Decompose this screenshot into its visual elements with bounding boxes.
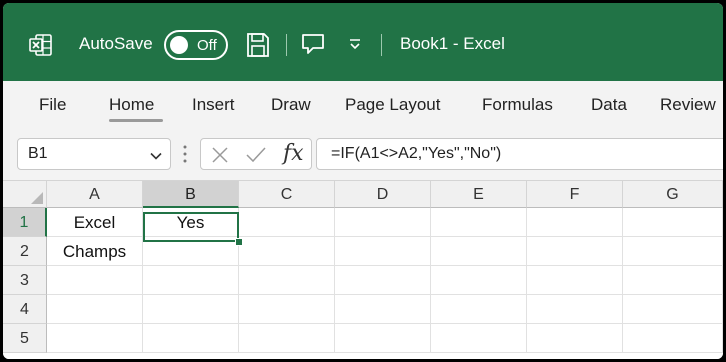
cell-g5[interactable] — [623, 324, 723, 353]
active-cell-border — [143, 212, 239, 242]
ribbon-tabs: File Home Insert Draw Page Layout Formul… — [3, 81, 723, 128]
title-separator — [381, 34, 382, 56]
confirm-entry-icon[interactable] — [245, 146, 267, 169]
column-header-e[interactable]: E — [431, 181, 527, 208]
cell-e4[interactable] — [431, 295, 527, 324]
autosave-label: AutoSave — [79, 34, 153, 53]
title-bar: AutoSave Off Book1 - Excel — [3, 3, 723, 81]
toggle-knob — [170, 36, 188, 54]
customize-qat-icon[interactable] — [348, 37, 362, 51]
cell-d5[interactable] — [335, 324, 431, 353]
cell-a2[interactable]: Champs — [47, 237, 143, 266]
touch-mode-icon[interactable] — [300, 31, 326, 57]
save-icon[interactable] — [246, 32, 270, 58]
cell-d3[interactable] — [335, 266, 431, 295]
cancel-entry-icon[interactable] — [211, 146, 229, 169]
worksheet-grid: A B C D E F G 1 2 3 4 5 Excel Yes Champs — [3, 180, 723, 359]
column-header-b[interactable]: B — [143, 181, 239, 208]
cell-c4[interactable] — [239, 295, 335, 324]
row-header-1[interactable]: 1 — [3, 208, 47, 237]
cell-e3[interactable] — [431, 266, 527, 295]
cell-e5[interactable] — [431, 324, 527, 353]
column-header-f[interactable]: F — [527, 181, 623, 208]
cell-e2[interactable] — [431, 237, 527, 266]
tab-home[interactable]: Home — [109, 95, 154, 115]
row-header-4[interactable]: 4 — [3, 295, 47, 324]
autosave-state: Off — [197, 37, 217, 54]
active-tab-indicator — [109, 119, 163, 122]
cell-d2[interactable] — [335, 237, 431, 266]
cell-a4[interactable] — [47, 295, 143, 324]
chevron-down-icon[interactable] — [150, 149, 162, 161]
column-header-a[interactable]: A — [47, 181, 143, 208]
cell-g3[interactable] — [623, 266, 723, 295]
cell-b4[interactable] — [143, 295, 239, 324]
cell-c2[interactable] — [239, 237, 335, 266]
tab-file[interactable]: File — [39, 95, 66, 115]
cell-a1[interactable]: Excel — [47, 208, 143, 237]
cell-g2[interactable] — [623, 237, 723, 266]
row-header-2[interactable]: 2 — [3, 237, 47, 266]
cell-e1[interactable] — [431, 208, 527, 237]
formula-bar-grip-icon[interactable] — [182, 144, 188, 164]
excel-window: AutoSave Off Book1 - Excel File Home Ins… — [3, 3, 723, 359]
cell-d4[interactable] — [335, 295, 431, 324]
cell-f3[interactable] — [527, 266, 623, 295]
cell-b5[interactable] — [143, 324, 239, 353]
autosave-toggle[interactable]: Off — [164, 30, 228, 60]
formula-buttons: fx — [200, 138, 312, 170]
cell-c5[interactable] — [239, 324, 335, 353]
row-header-3[interactable]: 3 — [3, 266, 47, 295]
name-box-value: B1 — [28, 145, 48, 162]
cell-g1[interactable] — [623, 208, 723, 237]
tab-draw[interactable]: Draw — [271, 95, 311, 115]
tab-page-layout[interactable]: Page Layout — [345, 95, 440, 115]
cell-a5[interactable] — [47, 324, 143, 353]
tab-insert[interactable]: Insert — [192, 95, 235, 115]
formula-input[interactable]: =IF(A1<>A2,"Yes","No") — [316, 138, 723, 170]
cell-b3[interactable] — [143, 266, 239, 295]
column-header-d[interactable]: D — [335, 181, 431, 208]
cell-a3[interactable] — [47, 266, 143, 295]
column-header-c[interactable]: C — [239, 181, 335, 208]
name-box[interactable]: B1 — [17, 138, 171, 170]
formula-bar: B1 fx =IF(A1<>A2,"Yes","No") — [3, 128, 723, 180]
cell-f4[interactable] — [527, 295, 623, 324]
cell-f2[interactable] — [527, 237, 623, 266]
cell-g4[interactable] — [623, 295, 723, 324]
document-title: Book1 - Excel — [400, 34, 505, 53]
formula-value: =IF(A1<>A2,"Yes","No") — [331, 145, 502, 162]
cell-c3[interactable] — [239, 266, 335, 295]
fill-handle[interactable] — [235, 238, 243, 246]
excel-logo-icon — [29, 33, 53, 57]
select-all-corner[interactable] — [3, 181, 47, 208]
tab-formulas[interactable]: Formulas — [482, 95, 553, 115]
column-header-g[interactable]: G — [623, 181, 723, 208]
cell-d1[interactable] — [335, 208, 431, 237]
cell-c1[interactable] — [239, 208, 335, 237]
qat-separator — [286, 34, 287, 56]
cell-f1[interactable] — [527, 208, 623, 237]
cell-f5[interactable] — [527, 324, 623, 353]
row-header-5[interactable]: 5 — [3, 324, 47, 353]
tab-review[interactable]: Review — [660, 95, 716, 115]
tab-data[interactable]: Data — [591, 95, 627, 115]
insert-function-icon[interactable]: fx — [283, 141, 304, 166]
